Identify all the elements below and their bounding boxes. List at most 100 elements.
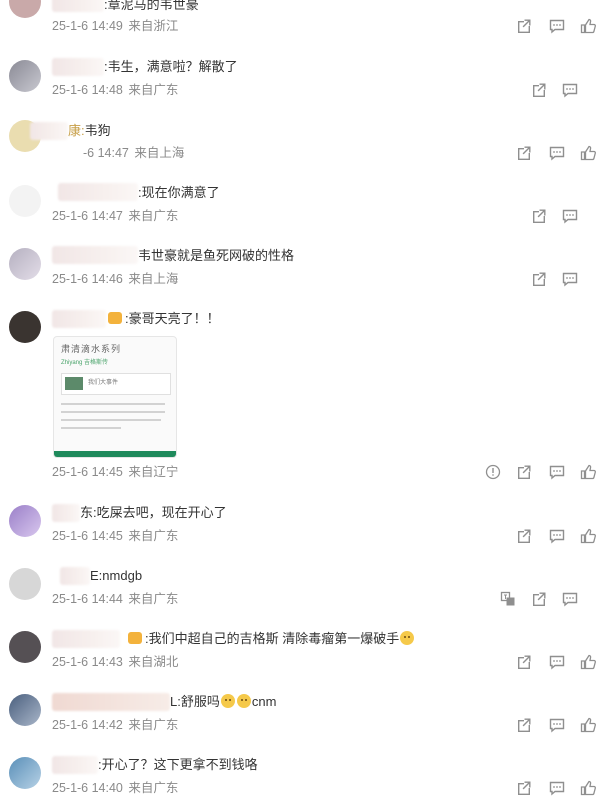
username-blurred[interactable] xyxy=(58,183,138,201)
username-blurred[interactable] xyxy=(52,756,98,774)
comment-text: 章泥马的韦世豪 xyxy=(107,0,199,12)
comment-icon[interactable] xyxy=(548,653,566,671)
card-thumb xyxy=(65,377,83,390)
comment-meta: 25-1-6 14:40 来自广东 xyxy=(52,779,180,797)
username-blurred[interactable] xyxy=(52,310,106,328)
username-blurred[interactable] xyxy=(52,246,138,264)
username-blurred[interactable] xyxy=(52,504,80,522)
avatar[interactable] xyxy=(9,0,41,18)
avatar[interactable] xyxy=(9,311,41,343)
avatar[interactable] xyxy=(9,248,41,280)
comment-time: 25-1-6 14:47 xyxy=(52,209,123,223)
like-icon[interactable] xyxy=(579,716,597,734)
share-icon[interactable] xyxy=(515,779,533,797)
comment-location: 来自湖北 xyxy=(128,655,179,669)
comment-time: -6 14:47 xyxy=(83,146,129,160)
comment-location: 来自广东 xyxy=(128,781,179,795)
comment-time: 25-1-6 14:40 xyxy=(52,781,123,795)
avatar[interactable] xyxy=(9,568,41,600)
comment-icon[interactable] xyxy=(561,270,579,288)
avatar[interactable] xyxy=(9,60,41,92)
comment-meta: -6 14:47 来自上海 xyxy=(83,144,186,162)
comment-meta: 25-1-6 14:45 来自辽宁 xyxy=(52,463,180,481)
comment-icon[interactable] xyxy=(548,716,566,734)
like-icon[interactable] xyxy=(579,779,597,797)
comment-meta: 25-1-6 14:47 来自广东 xyxy=(52,207,180,225)
emoji-icon xyxy=(236,694,251,708)
username-blurred[interactable] xyxy=(52,693,170,711)
username-blurred[interactable] xyxy=(60,567,90,585)
card-line xyxy=(61,427,121,429)
comment-text: 开心了？这下更拿不到钱咯 xyxy=(101,757,258,772)
card-bottom-bar xyxy=(54,451,176,457)
comment-meta: 25-1-6 14:49 来自浙江 xyxy=(52,17,180,35)
crown-badge-icon xyxy=(128,632,142,644)
share-icon[interactable] xyxy=(515,463,533,481)
comment-icon[interactable] xyxy=(561,207,579,225)
comment-icon[interactable] xyxy=(548,527,566,545)
comment-text: 韦狗 xyxy=(84,123,111,138)
avatar[interactable] xyxy=(9,694,41,726)
avatar[interactable] xyxy=(9,631,41,663)
emoji-icon xyxy=(400,631,415,645)
like-icon[interactable] xyxy=(579,463,597,481)
comment-time: 25-1-6 14:44 xyxy=(52,592,123,606)
avatar[interactable] xyxy=(9,185,41,217)
comment-meta: 25-1-6 14:48 来自广东 xyxy=(52,81,180,99)
comment-icon[interactable] xyxy=(548,779,566,797)
emoji-icon xyxy=(220,694,235,708)
comment-icon[interactable] xyxy=(548,17,566,35)
share-icon[interactable] xyxy=(530,207,548,225)
avatar[interactable] xyxy=(9,505,41,537)
like-icon[interactable] xyxy=(579,17,597,35)
comment-location: 来自广东 xyxy=(128,83,179,97)
card-link-box: 我们大事件 xyxy=(61,373,171,395)
comment-icon[interactable] xyxy=(548,463,566,481)
comment-meta: 25-1-6 14:43 来自湖北 xyxy=(52,653,180,671)
username-blurred[interactable] xyxy=(52,58,104,76)
comment-meta: 25-1-6 14:44 来自广东 xyxy=(52,590,180,608)
comment-location: 来自辽宁 xyxy=(128,465,179,479)
card-line xyxy=(61,411,165,413)
comment-meta: 25-1-6 14:46 来自上海 xyxy=(52,270,180,288)
username-blurred[interactable] xyxy=(30,122,68,140)
comment-icon[interactable] xyxy=(561,590,579,608)
comment-location: 来自上海 xyxy=(134,146,185,160)
like-icon[interactable] xyxy=(579,144,597,162)
username-suffix: E: xyxy=(90,568,103,583)
comment-icon[interactable] xyxy=(548,144,566,162)
username-blurred[interactable] xyxy=(52,0,104,12)
comment-text: 韦世豪就是鱼死网破的性格 xyxy=(138,248,295,263)
comment-location: 来自广东 xyxy=(128,718,179,732)
comment-image[interactable]: 肃清滴水系列 Zhiyang 吉格斯传 我们大事件 xyxy=(53,336,177,458)
comment-time: 25-1-6 14:43 xyxy=(52,655,123,669)
like-icon[interactable] xyxy=(579,527,597,545)
card-subtitle: Zhiyang 吉格斯传 xyxy=(61,360,109,366)
comment-icon[interactable] xyxy=(561,81,579,99)
share-icon[interactable] xyxy=(515,527,533,545)
share-icon[interactable] xyxy=(515,653,533,671)
comment-time: 25-1-6 14:48 xyxy=(52,83,123,97)
comment-location: 来自浙江 xyxy=(128,19,179,33)
card-title: 肃清滴水系列 xyxy=(61,344,122,354)
comment-text: 豪哥天亮了！！ xyxy=(128,311,220,326)
like-icon[interactable] xyxy=(579,653,597,671)
card-line xyxy=(61,419,161,421)
username-blurred[interactable] xyxy=(52,630,120,648)
share-icon[interactable] xyxy=(515,716,533,734)
comment-text: 舒服吗 xyxy=(180,694,220,709)
share-icon[interactable] xyxy=(530,270,548,288)
share-icon[interactable] xyxy=(515,17,533,35)
report-icon[interactable] xyxy=(484,463,502,481)
comment-text: 韦生，满意啦？解散了 xyxy=(107,59,238,74)
translate-icon[interactable] xyxy=(499,590,517,608)
comment-time: 25-1-6 14:46 xyxy=(52,272,123,286)
avatar[interactable] xyxy=(9,757,41,789)
share-icon[interactable] xyxy=(530,81,548,99)
comment-meta: 25-1-6 14:42 来自广东 xyxy=(52,716,180,734)
share-icon[interactable] xyxy=(515,144,533,162)
comment-text: nmdgb xyxy=(102,568,143,583)
share-icon[interactable] xyxy=(530,590,548,608)
comment-time: 25-1-6 14:45 xyxy=(52,529,123,543)
card-box-text: 我们大事件 xyxy=(88,380,119,386)
